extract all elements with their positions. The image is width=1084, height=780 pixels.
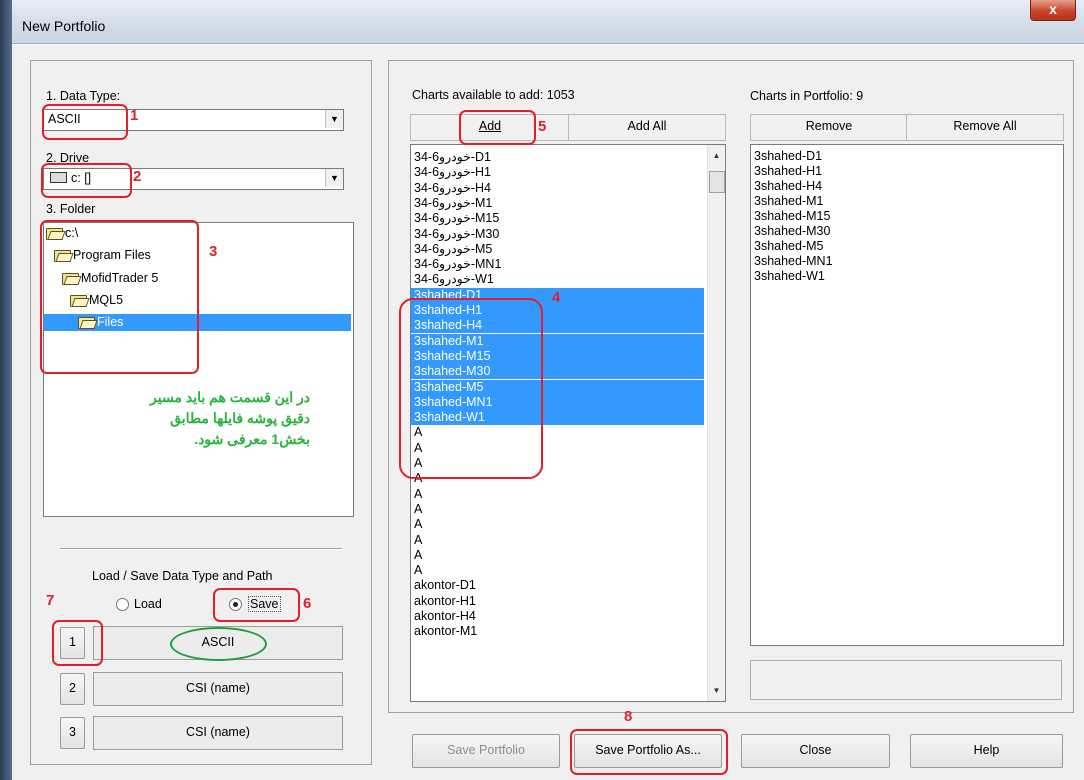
available-list-item[interactable]: A: [414, 487, 422, 502]
status-box: [750, 660, 1062, 700]
persian-note: در این قسمت هم باید مسیر دقیق پوشه فایله…: [150, 389, 310, 447]
slot-3-value: CSI (name): [93, 716, 343, 750]
annotation-box-7: [52, 620, 103, 666]
chevron-down-icon[interactable]: ▼: [325, 110, 343, 128]
scroll-up-icon[interactable]: ▲: [708, 151, 725, 160]
chevron-down-icon[interactable]: ▼: [325, 169, 343, 187]
add-all-button[interactable]: Add All: [568, 114, 726, 141]
title-bar: New Portfolio x: [12, 0, 1084, 44]
portfolio-list-item[interactable]: 3shahed-MN1: [754, 254, 833, 269]
load-save-title: Load / Save Data Type and Path: [92, 569, 273, 583]
remove-button[interactable]: Remove: [750, 114, 908, 141]
portfolio-list[interactable]: 3shahed-D1 3shahed-H1 3shahed-H4 3shahed-M1…: [750, 144, 1064, 646]
load-radio[interactable]: [116, 598, 129, 611]
annotation-number-1: 1: [130, 107, 139, 124]
available-list-item[interactable]: akontor-M1: [414, 624, 477, 639]
annotation-number-6: 6: [303, 595, 312, 612]
available-list-item[interactable]: akontor-H4: [414, 609, 476, 624]
annotation-number-3: 3: [209, 243, 218, 260]
folder-label: 3. Folder: [46, 202, 96, 216]
data-type-label: 1. Data Type:: [46, 89, 121, 103]
slot-3-button[interactable]: 3: [60, 717, 85, 749]
window-frame: [0, 0, 12, 780]
slot-2-value: CSI (name): [93, 672, 343, 706]
annotation-box-1: [42, 104, 128, 140]
available-list-item[interactable]: 34-6خودرو-M1: [414, 196, 492, 211]
available-list-item[interactable]: 34-6خودرو-MN1: [414, 257, 501, 272]
help-button[interactable]: Help: [910, 734, 1063, 768]
annotation-box-5: [459, 110, 536, 145]
available-list-item[interactable]: 34-6خودرو-H4: [414, 181, 491, 196]
available-list-item[interactable]: 34-6خودرو-M15: [414, 211, 499, 226]
portfolio-list-item[interactable]: 3shahed-D1: [754, 149, 822, 164]
available-list-item[interactable]: A: [414, 517, 422, 532]
portfolio-list-item[interactable]: 3shahed-M15: [754, 209, 830, 224]
scroll-down-icon[interactable]: ▼: [708, 686, 725, 695]
available-list-item[interactable]: 34-6خودرو-M30: [414, 227, 499, 242]
annotation-box-6: [213, 588, 300, 622]
portfolio-list-item[interactable]: 3shahed-W1: [754, 269, 825, 284]
scrollbar[interactable]: ▲ ▼: [707, 145, 725, 701]
annotation-box-2: [41, 163, 132, 198]
available-list-item[interactable]: akontor-D1: [414, 578, 476, 593]
save-portfolio-button[interactable]: Save Portfolio: [412, 734, 560, 768]
portfolio-header: Charts in Portfolio: 9: [750, 89, 864, 103]
portfolio-list-item[interactable]: 3shahed-M1: [754, 194, 824, 209]
annotation-box-4: [399, 298, 543, 479]
annotation-ellipse-ascii: [170, 627, 267, 661]
available-list-item[interactable]: 34-6خودرو-H1: [414, 165, 491, 180]
portfolio-list-item[interactable]: 3shahed-M30: [754, 224, 830, 239]
slot-2-button[interactable]: 2: [60, 673, 85, 705]
annotation-number-8: 8: [624, 708, 633, 725]
divider: [60, 548, 342, 550]
available-list-item[interactable]: A: [414, 548, 422, 563]
available-list-item[interactable]: A: [414, 563, 422, 578]
available-list-item[interactable]: 34-6خودرو-W1: [414, 272, 494, 287]
portfolio-list-item[interactable]: 3shahed-H1: [754, 164, 822, 179]
annotation-number-2: 2: [133, 168, 142, 185]
annotation-number-5: 5: [538, 118, 547, 135]
available-list-item[interactable]: A: [414, 502, 422, 517]
close-window-button[interactable]: x: [1030, 0, 1076, 21]
available-list-item[interactable]: 34-6خودرو-D1: [414, 150, 491, 165]
available-list-item[interactable]: 34-6خودرو-M5: [414, 242, 492, 257]
window-title: New Portfolio: [22, 18, 106, 34]
annotation-number-4: 4: [552, 289, 561, 306]
annotation-box-8: [570, 729, 728, 775]
annotation-number-7: 7: [46, 592, 55, 609]
available-list-item[interactable]: akontor-H1: [414, 594, 476, 609]
available-list-item[interactable]: A: [414, 533, 422, 548]
portfolio-list-item[interactable]: 3shahed-M5: [754, 239, 824, 254]
close-button[interactable]: Close: [741, 734, 890, 768]
available-header: Charts available to add: 1053: [412, 88, 575, 102]
annotation-box-3: [40, 220, 199, 374]
scroll-thumb[interactable]: [709, 171, 725, 193]
load-radio-label[interactable]: Load: [134, 597, 162, 611]
portfolio-list-item[interactable]: 3shahed-H4: [754, 179, 822, 194]
remove-all-button[interactable]: Remove All: [906, 114, 1064, 141]
